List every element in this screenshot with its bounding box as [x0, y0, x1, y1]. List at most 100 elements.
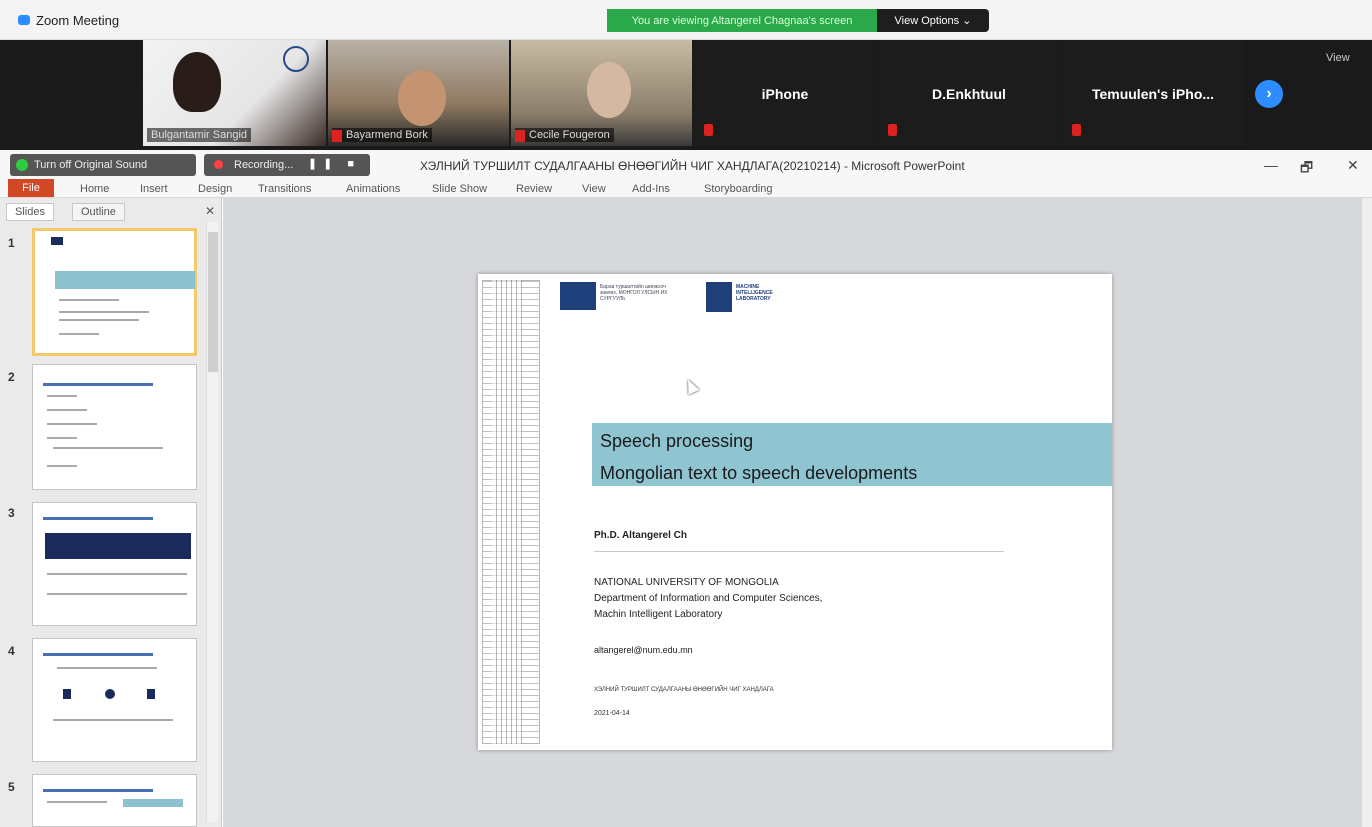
participant-name: D.Enkhtuul	[932, 86, 1006, 102]
slide-thumbnail-5[interactable]	[32, 774, 197, 827]
main-scrollbar[interactable]	[1362, 198, 1372, 827]
tab-add-ins[interactable]: Add-Ins	[632, 183, 670, 195]
tab-animations[interactable]: Animations	[346, 183, 400, 195]
thumb-line	[53, 447, 163, 449]
participant-video	[173, 52, 221, 112]
participant-name: Bulgantamir Sangid	[147, 128, 252, 142]
thumb-icon	[105, 689, 115, 699]
thumb-line	[47, 423, 97, 425]
university-logo-icon	[560, 282, 596, 310]
thumb-title-band	[55, 271, 195, 289]
thumb-logo	[51, 237, 63, 245]
recording-dot-icon	[214, 160, 223, 169]
university-logo-text: Бараа туршилтийн шинжээч зөвлөх, МОНГОЛ …	[600, 284, 668, 302]
tab-design[interactable]: Design	[198, 183, 232, 195]
recording-label: Recording...	[234, 159, 294, 171]
thumb-line	[59, 311, 149, 313]
tab-storyboarding[interactable]: Storyboarding	[704, 183, 773, 195]
muted-mic-icon	[704, 124, 713, 136]
thumb-line	[53, 719, 173, 721]
author-email: altangerel@num.edu.mn	[594, 645, 693, 655]
tab-file[interactable]: File	[8, 179, 54, 197]
affiliation-university: NATIONAL UNIVERSITY OF MONGOLIA	[594, 577, 779, 588]
tab-outline[interactable]: Outline	[72, 203, 125, 221]
original-sound-label: Turn off Original Sound	[34, 159, 148, 171]
participant-name: Temuulen's iPho...	[1091, 86, 1215, 102]
tab-home[interactable]: Home	[80, 183, 109, 195]
original-sound-button[interactable]: Turn off Original Sound	[10, 154, 196, 176]
thumb-line	[47, 573, 187, 575]
tab-view[interactable]: View	[582, 183, 606, 195]
participant-tile[interactable]: Cecile Fougeron	[511, 40, 692, 146]
footer-title: ХЭЛНИЙ ТУРШИЛТ СУДАЛГААНЫ ӨНӨӨГИЙН ЧИГ Х…	[594, 687, 774, 693]
participant-tile[interactable]: Temuulen's iPho...	[1062, 40, 1244, 146]
participant-tile[interactable]: Bulgantamir Sangid	[143, 40, 326, 146]
muted-mic-icon	[332, 130, 342, 142]
slide-thumbnail-4[interactable]	[32, 638, 197, 762]
thumb-line	[47, 801, 107, 803]
close-pane-icon[interactable]: ✕	[205, 204, 215, 218]
affiliation-department: Department of Information and Computer S…	[594, 593, 823, 604]
slide-subtitle: Mongolian text to speech developments	[600, 463, 918, 483]
participant-name: iPhone	[761, 86, 809, 102]
participant-tile[interactable]: D.Enkhtuul	[878, 40, 1060, 146]
divider	[594, 551, 1004, 552]
thumb-line	[59, 319, 139, 321]
close-button[interactable]: ✕	[1347, 157, 1359, 174]
muted-mic-icon	[515, 130, 525, 142]
window-title: Zoom Meeting	[36, 13, 120, 28]
slide-number: 2	[8, 370, 15, 384]
view-options-button[interactable]: View Options ⌄	[877, 9, 989, 32]
tab-slides[interactable]: Slides	[6, 203, 54, 221]
lab-logo-text: MACHINE INTELLIGENCE LABORATORY	[736, 284, 773, 302]
tab-review[interactable]: Review	[516, 183, 552, 195]
thumb-line	[47, 465, 77, 467]
thumb-line	[59, 333, 99, 335]
thumb-icon	[63, 689, 71, 699]
recording-indicator[interactable]: Recording... ❚❚ ■	[204, 154, 370, 176]
thumb-line	[47, 437, 77, 439]
tab-insert[interactable]: Insert	[140, 183, 168, 195]
thumb-rule	[43, 517, 153, 520]
current-slide[interactable]: Бараа туршилтийн шинжээч зөвлөх, МОНГОЛ …	[478, 274, 1112, 750]
lab-logo-icon	[706, 282, 732, 312]
thumb-line	[59, 299, 119, 301]
slide-thumbnail-1[interactable]	[32, 228, 197, 356]
minimize-button[interactable]: —	[1264, 157, 1278, 173]
thumb-banner	[45, 533, 191, 559]
slides-pane-scrollbar[interactable]	[206, 222, 218, 822]
tab-slide-show[interactable]: Slide Show	[432, 183, 487, 195]
slide-number: 4	[8, 644, 15, 658]
thumb-rule	[43, 789, 153, 792]
thumb-table-header	[123, 799, 183, 807]
slide-number: 3	[8, 506, 15, 520]
thumb-line	[47, 409, 87, 411]
thumb-line	[57, 667, 157, 669]
slide-thumbnail-2[interactable]	[32, 364, 197, 490]
view-button[interactable]: View	[1326, 52, 1350, 64]
participant-tile[interactable]: Bayarmend Bork	[328, 40, 509, 146]
sound-status-icon	[16, 159, 28, 171]
recording-pause-stop-controls[interactable]: ❚❚ ■	[308, 157, 360, 170]
thumb-line	[47, 395, 77, 397]
zoom-logo-icon	[18, 15, 30, 25]
scrollbar-thumb[interactable]	[208, 232, 218, 372]
participant-tile[interactable]: iPhone	[694, 40, 876, 146]
slide-thumbnail-3[interactable]	[32, 502, 197, 626]
next-page-arrow-icon[interactable]: ›	[1255, 80, 1283, 108]
university-seal-icon	[283, 46, 309, 72]
muted-mic-icon	[1072, 124, 1081, 136]
tab-transitions[interactable]: Transitions	[258, 183, 311, 195]
thumb-icon	[147, 689, 155, 699]
muted-mic-icon	[888, 124, 897, 136]
slide-number: 5	[8, 780, 15, 794]
thumb-rule	[43, 653, 153, 656]
participant-video	[587, 62, 631, 118]
viewing-screen-banner: You are viewing Altangerel Chagnaa's scr…	[607, 9, 877, 32]
thumb-line	[47, 593, 187, 595]
powerpoint-document-title: ХЭЛНИЙ ТУРШИЛТ СУДАЛГААНЫ ӨНӨӨГИЙН ЧИГ Х…	[420, 159, 965, 173]
mongolian-pattern-detail	[492, 280, 522, 744]
participant-name: Cecile Fougeron	[515, 128, 614, 142]
thumb-rule	[43, 383, 153, 386]
mouse-cursor-icon	[682, 377, 700, 395]
